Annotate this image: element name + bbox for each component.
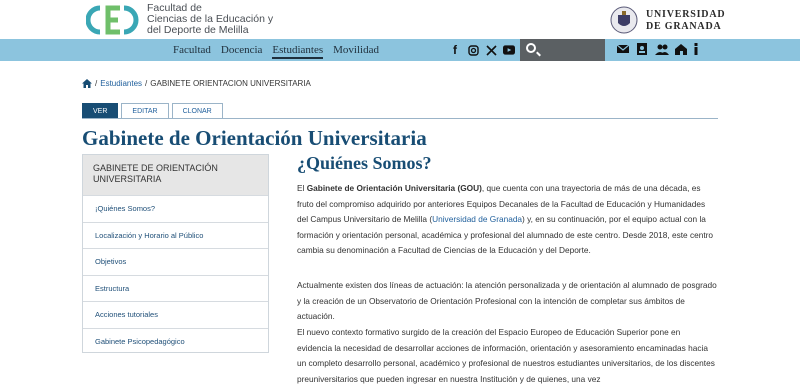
tab-ver[interactable]: VER bbox=[82, 103, 119, 119]
sidebar-item-gabinete-psicopedagogico[interactable]: Gabinete Psicopedagógico bbox=[83, 327, 268, 355]
main-navbar: Facultad Docencia Estudiantes Movilidad … bbox=[0, 39, 800, 61]
sidebar-item-quienes-somos[interactable]: ¡Quiénes Somos? bbox=[83, 195, 268, 222]
home-icon[interactable] bbox=[82, 79, 92, 88]
university-name[interactable]: UNIVERSIDAD DE GRANADA bbox=[646, 9, 725, 33]
breadcrumb-separator: / bbox=[95, 79, 98, 88]
p1-prefix: El bbox=[297, 183, 307, 193]
content-paragraph-2: Actualmente existen dos líneas de actuac… bbox=[297, 280, 717, 322]
users-icon[interactable] bbox=[655, 42, 669, 56]
nav-item-movilidad[interactable]: Movilidad bbox=[333, 41, 379, 59]
site-header: Facultad de Ciencias de la Educación y d… bbox=[0, 0, 800, 39]
content-title: ¿Quiénes Somos? bbox=[297, 153, 432, 173]
x-twitter-icon[interactable] bbox=[485, 43, 497, 57]
tab-divider bbox=[82, 118, 718, 119]
breadcrumb-link-estudiantes[interactable]: Estudiantes bbox=[100, 79, 142, 88]
faculty-logo-icon[interactable] bbox=[86, 4, 142, 36]
sidebar-item-objetivos[interactable]: Objetivos bbox=[83, 248, 268, 275]
content-paragraph-1: El Gabinete de Orientación Universitaria… bbox=[297, 181, 717, 259]
sidebar-item-acciones-tutoriales[interactable]: Acciones tutoriales bbox=[83, 301, 268, 328]
link-universidad-de-granada[interactable]: Universidad de Granada bbox=[432, 214, 522, 224]
utility-tools bbox=[616, 42, 705, 56]
sidebar-item-estructura[interactable]: Estructura bbox=[83, 274, 268, 302]
nav-links: Facultad Docencia Estudiantes Movilidad bbox=[173, 39, 379, 61]
breadcrumb: / Estudiantes / GABINETE ORIENTACION UNI… bbox=[82, 79, 311, 88]
university-name-line2: DE GRANADA bbox=[646, 21, 722, 32]
search-input[interactable] bbox=[520, 39, 605, 61]
nav-item-docencia[interactable]: Docencia bbox=[221, 41, 263, 59]
content-paragraph-3: El nuevo contexto formativo surgido de l… bbox=[297, 327, 715, 384]
facebook-icon[interactable]: f bbox=[449, 43, 461, 57]
info-icon[interactable] bbox=[693, 42, 705, 56]
breadcrumb-separator: / bbox=[145, 79, 148, 88]
tab-editar[interactable]: EDITAR bbox=[121, 103, 169, 119]
breadcrumb-current: GABINETE ORIENTACION UNIVERSITARIA bbox=[150, 79, 311, 88]
faculty-name-line3: del Deporte de Melilla bbox=[147, 24, 249, 36]
ugr-seal-icon[interactable] bbox=[609, 5, 639, 35]
search-icon[interactable] bbox=[526, 43, 536, 53]
local-tasks-tabs: VER EDITAR CLONAR bbox=[82, 103, 223, 119]
campus-icon[interactable] bbox=[674, 42, 687, 56]
sidebar-item-localizacion[interactable]: Localización y Horario al Público bbox=[83, 221, 268, 249]
nav-item-facultad[interactable]: Facultad bbox=[173, 41, 211, 59]
university-name-line1: UNIVERSIDAD bbox=[646, 9, 726, 20]
faculty-name[interactable]: Facultad de Ciencias de la Educación y d… bbox=[147, 3, 273, 36]
mail-icon[interactable] bbox=[616, 42, 630, 56]
nav-item-estudiantes[interactable]: Estudiantes bbox=[272, 41, 324, 59]
page-title: Gabinete de Orientación Universitaria bbox=[82, 126, 427, 150]
sidebar-heading: GABINETE DE ORIENTACIÓN UNIVERSITARIA bbox=[83, 155, 268, 195]
youtube-icon[interactable] bbox=[503, 43, 515, 57]
social-links: f bbox=[449, 42, 515, 58]
directory-icon[interactable] bbox=[636, 42, 648, 56]
instagram-icon[interactable] bbox=[467, 43, 479, 57]
tab-clonar[interactable]: CLONAR bbox=[171, 103, 223, 119]
sidebar-menu: GABINETE DE ORIENTACIÓN UNIVERSITARIA ¡Q… bbox=[82, 154, 269, 353]
p1-bold: Gabinete de Orientación Universitaria (G… bbox=[306, 183, 482, 193]
